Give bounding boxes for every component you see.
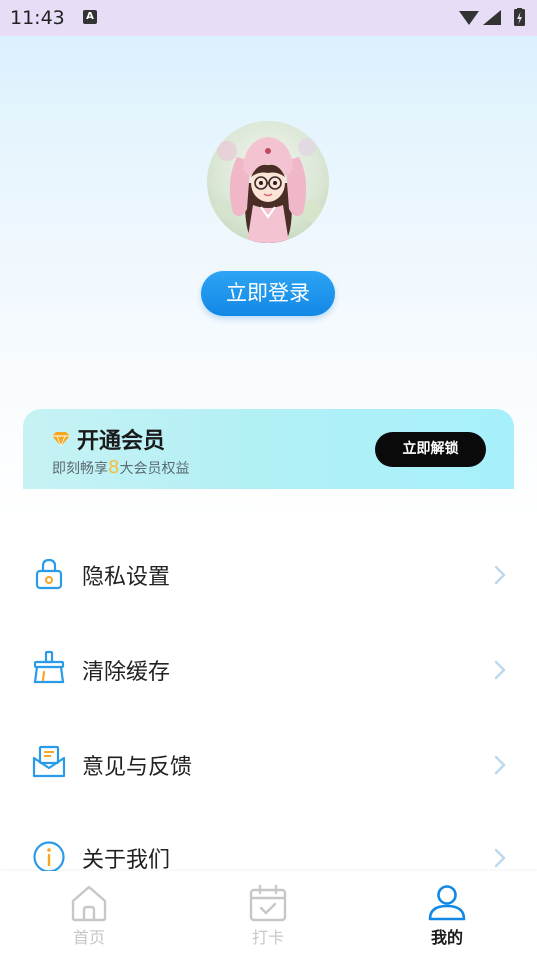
info-icon [33, 841, 65, 873]
vip-subtitle-prefix: 即刻畅享 [52, 461, 108, 477]
calendar-check-icon [249, 884, 287, 922]
chevron-right-icon [494, 755, 506, 775]
chevron-right-icon [494, 565, 506, 585]
vip-title: 开通会员 [77, 429, 166, 454]
status-time: 11:43 [10, 7, 65, 29]
tab-mine[interactable]: 我的 [387, 871, 507, 956]
battery-icon [514, 8, 525, 26]
vip-subtitle-number: 8 [108, 457, 120, 478]
bottom-tab-bar: 首页 打卡 我的 [0, 871, 537, 956]
signal-icon [483, 10, 501, 25]
menu-item-label: 关于我们 [82, 848, 171, 873]
vip-title-row: 开通会员 [51, 423, 165, 455]
login-button[interactable]: 立即登录 [201, 271, 335, 316]
home-icon [71, 885, 107, 922]
status-icons [459, 8, 525, 26]
screen: 11:43 A 立即登录 开通会员 即刻畅享8大会员权益 立即解锁 隐私设置 清… [0, 0, 537, 956]
wifi-icon [459, 11, 479, 25]
unlock-button[interactable]: 立即解锁 [375, 432, 486, 467]
vip-subtitle: 即刻畅享8大会员权益 [52, 457, 189, 478]
broom-icon [33, 650, 65, 684]
lock-icon [35, 558, 63, 590]
vip-subtitle-suffix: 大会员权益 [119, 461, 190, 477]
tab-label: 打卡 [251, 928, 284, 947]
tab-checkin[interactable]: 打卡 [208, 871, 328, 956]
menu-item-feedback[interactable]: 意见与反馈 [0, 717, 537, 811]
diamond-icon [52, 432, 70, 447]
tab-label: 首页 [72, 928, 105, 947]
avatar[interactable] [207, 121, 329, 243]
menu-item-label: 隐私设置 [82, 565, 171, 590]
chevron-right-icon [494, 660, 506, 680]
chevron-right-icon [494, 848, 506, 868]
tab-label: 我的 [430, 928, 463, 947]
menu-item-label: 清除缓存 [82, 660, 171, 685]
girl-avatar-icon [213, 137, 322, 243]
mail-icon [32, 745, 66, 778]
user-icon [428, 885, 466, 921]
vip-card[interactable]: 开通会员 即刻畅享8大会员权益 立即解锁 [23, 409, 514, 489]
tab-home[interactable]: 首页 [29, 871, 149, 956]
menu-item-clear-cache[interactable]: 清除缓存 [0, 622, 537, 716]
notification-badge: A [83, 10, 97, 24]
menu-item-privacy[interactable]: 隐私设置 [0, 527, 537, 621]
menu-item-label: 意见与反馈 [82, 755, 193, 780]
status-bar: 11:43 A [0, 0, 537, 36]
